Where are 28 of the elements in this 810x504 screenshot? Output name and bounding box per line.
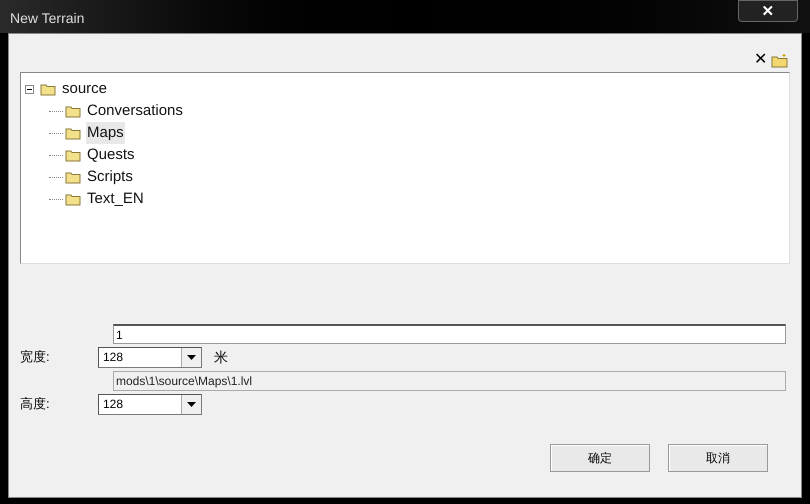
tree-item[interactable]: source (61, 78, 108, 100)
folder-icon (65, 104, 81, 118)
delete-button[interactable]: ✕ (754, 52, 767, 68)
path-field: mods\1\source\Maps\1.lvl (113, 371, 786, 391)
height-label: 高度: (20, 395, 51, 414)
folder-icon (65, 126, 81, 140)
tree-item[interactable]: Text_EN (86, 188, 145, 210)
new-folder-icon[interactable] (771, 54, 788, 68)
tree-item[interactable]: Quests (86, 144, 136, 166)
caret-icon (187, 402, 196, 406)
dialog-button[interactable]: 确定 (550, 444, 650, 472)
collapse-toggle[interactable] (25, 84, 34, 94)
folder-icon (40, 82, 56, 96)
close-button[interactable]: ✕ (738, 0, 798, 22)
width-label: 宽度: (20, 348, 51, 366)
size-dropdown[interactable]: 128 (98, 346, 202, 368)
caret-icon (187, 354, 196, 360)
tree-item[interactable]: Maps (86, 122, 125, 144)
tree-item[interactable]: Conversations (86, 100, 184, 122)
unit-label: 米 (214, 348, 228, 366)
name-field[interactable]: 1 (113, 324, 786, 344)
dialog-button[interactable]: 取消 (668, 444, 768, 472)
folder-icon (65, 148, 81, 162)
size-dropdown[interactable]: 128 (98, 394, 202, 414)
tree-item[interactable]: Scripts (86, 166, 134, 188)
folder-icon (65, 170, 81, 184)
folder-icon (65, 192, 81, 206)
window-title: New Terrain (10, 9, 84, 28)
